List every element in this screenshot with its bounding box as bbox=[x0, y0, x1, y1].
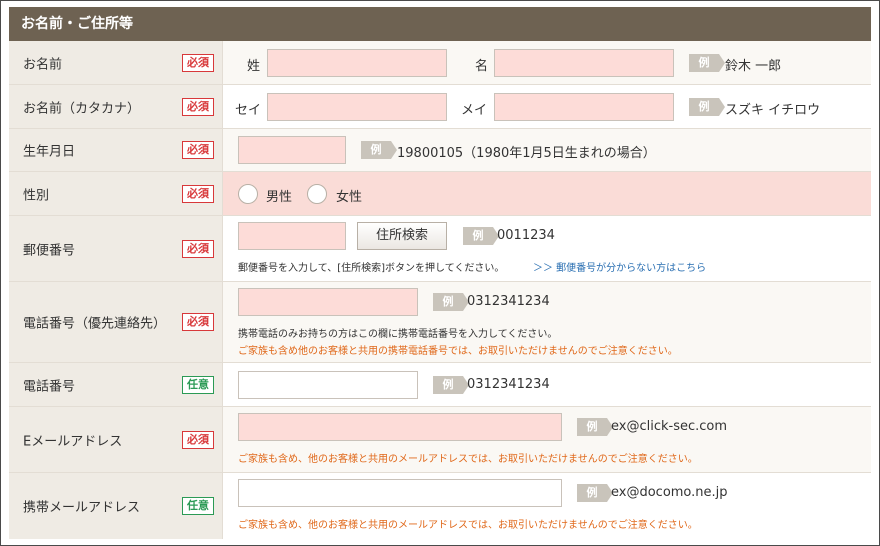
phone-primary-example: 0312341234 bbox=[467, 294, 550, 309]
email-label: Eメールアドレス bbox=[23, 434, 123, 449]
row-name: お名前 必須 姓 名 例 鈴木 一郎 bbox=[9, 41, 871, 85]
required-badge: 必須 bbox=[182, 184, 214, 203]
female-label[interactable]: 女性 bbox=[336, 186, 362, 205]
example-badge: 例 bbox=[577, 484, 613, 502]
mobile-email-label: 携帯メールアドレス bbox=[23, 500, 141, 516]
phone-primary-label: 電話番号（優先連絡先） bbox=[23, 316, 167, 332]
last-name-input[interactable] bbox=[267, 49, 447, 77]
row-label: 電話番号（優先連絡先） 必須 bbox=[9, 282, 223, 362]
required-badge: 必須 bbox=[182, 239, 214, 258]
female-radio[interactable] bbox=[307, 184, 327, 204]
form-table: お名前 必須 姓 名 例 鈴木 一郎 お名前（カタカナ） 必須 セイ メイ 例 … bbox=[9, 41, 871, 539]
row-label: お名前（カタカナ） 必須 bbox=[9, 85, 223, 128]
section-title: お名前・ご住所等 bbox=[9, 7, 871, 41]
example-badge: 例 bbox=[577, 418, 613, 436]
email-example: ex@click-sec.com bbox=[611, 419, 728, 434]
row-label: 生年月日 必須 bbox=[9, 129, 223, 171]
row-label: 郵便番号 必須 bbox=[9, 216, 223, 281]
required-badge: 必須 bbox=[182, 430, 214, 449]
row-birthday: 生年月日 必須 例 19800105（1980年1月5日生まれの場合） bbox=[9, 129, 871, 172]
birthday-example: 19800105（1980年1月5日生まれの場合） bbox=[397, 146, 656, 161]
row-content: 住所検索 例 0011234 郵便番号を入力して、[住所検索]ボタンを押してくだ… bbox=[223, 216, 871, 281]
row-email: Eメールアドレス 必須 例 ex@click-sec.com ご家族も含め、他の… bbox=[9, 407, 871, 473]
required-badge: 必須 bbox=[182, 53, 214, 72]
row-gender: 性別 必須 男性 女性 bbox=[9, 172, 871, 216]
row-content: 例 0312341234 携帯電話のみお持ちの方はこの欄に携帯電話番号を入力して… bbox=[223, 282, 871, 362]
postal-note: 郵便番号を入力して、[住所検索]ボタンを押してください。 bbox=[238, 263, 505, 274]
phone-primary-input[interactable] bbox=[238, 288, 418, 316]
postal-input[interactable] bbox=[238, 222, 346, 250]
example-badge: 例 bbox=[689, 54, 725, 72]
row-label: お名前 必須 bbox=[9, 41, 223, 84]
row-label: 携帯メールアドレス 任意 bbox=[9, 473, 223, 539]
first-name-label: 名 bbox=[475, 59, 489, 74]
example-badge: 例 bbox=[463, 227, 499, 245]
row-label: Eメールアドレス 必須 bbox=[9, 407, 223, 472]
required-badge: 必須 bbox=[182, 313, 214, 331]
male-label[interactable]: 男性 bbox=[266, 186, 292, 205]
postal-label: 郵便番号 bbox=[23, 243, 76, 258]
postal-example: 0011234 bbox=[497, 228, 555, 243]
first-kana-input[interactable] bbox=[494, 93, 674, 121]
row-phone-primary: 電話番号（優先連絡先） 必須 例 0312341234 携帯電話のみお持ちの方は… bbox=[9, 282, 871, 363]
email-input[interactable] bbox=[238, 413, 562, 441]
mobile-email-warning: ご家族も含め、他のお客様と共用のメールアドレスでは、お取引いただけませんのでご注… bbox=[238, 520, 698, 531]
phone-input[interactable] bbox=[238, 371, 418, 399]
row-label: 性別 必須 bbox=[9, 172, 223, 215]
kana-label: お名前（カタカナ） bbox=[23, 101, 141, 116]
row-mobile-email: 携帯メールアドレス 任意 例 ex@docomo.ne.jp ご家族も含め、他の… bbox=[9, 473, 871, 539]
optional-badge: 任意 bbox=[182, 375, 214, 394]
row-kana: お名前（カタカナ） 必須 セイ メイ 例 スズキ イチロウ bbox=[9, 85, 871, 129]
last-kana-input[interactable] bbox=[267, 93, 447, 121]
phone-primary-warning: ご家族も含め他のお客様と共用の携帯電話番号では、お取引いただけませんのでご注意く… bbox=[238, 346, 678, 357]
example-badge: 例 bbox=[433, 376, 469, 394]
row-content: 例 ex@docomo.ne.jp ご家族も含め、他のお客様と共用のメールアドレ… bbox=[223, 473, 871, 539]
row-content: 例 19800105（1980年1月5日生まれの場合） bbox=[223, 129, 871, 171]
row-postal: 郵便番号 必須 住所検索 例 0011234 郵便番号を入力して、[住所検索]ボ… bbox=[9, 216, 871, 282]
mobile-email-input[interactable] bbox=[238, 479, 562, 507]
row-phone: 電話番号 任意 例 0312341234 bbox=[9, 363, 871, 407]
last-name-label: 姓 bbox=[247, 59, 261, 74]
optional-badge: 任意 bbox=[182, 497, 214, 515]
required-badge: 必須 bbox=[182, 141, 214, 159]
email-warning: ご家族も含め、他のお客様と共用のメールアドレスでは、お取引いただけませんのでご注… bbox=[238, 454, 698, 465]
postal-lookup-link[interactable]: ＞＞ 郵便番号が分からない方はこちら bbox=[533, 259, 706, 274]
row-content: セイ メイ 例 スズキ イチロウ bbox=[223, 85, 871, 128]
row-content: 男性 女性 bbox=[223, 172, 871, 215]
row-content: 例 ex@click-sec.com ご家族も含め、他のお客様と共用のメールアド… bbox=[223, 407, 871, 472]
row-content: 例 0312341234 bbox=[223, 363, 871, 406]
row-content: 姓 名 例 鈴木 一郎 bbox=[223, 41, 871, 84]
gender-label: 性別 bbox=[23, 188, 50, 203]
example-badge: 例 bbox=[361, 141, 397, 159]
example-badge: 例 bbox=[433, 293, 469, 311]
birthday-label: 生年月日 bbox=[23, 144, 76, 160]
kana-example: スズキ イチロウ bbox=[725, 103, 821, 118]
name-label: お名前 bbox=[23, 57, 63, 72]
last-kana-label: セイ bbox=[235, 103, 262, 118]
phone-example: 0312341234 bbox=[467, 377, 550, 392]
address-search-button[interactable]: 住所検索 bbox=[357, 222, 447, 250]
male-radio[interactable] bbox=[238, 184, 258, 204]
phone-primary-note: 携帯電話のみお持ちの方はこの欄に携帯電話番号を入力してください。 bbox=[238, 329, 558, 340]
row-label: 電話番号 任意 bbox=[9, 363, 223, 406]
phone-label: 電話番号 bbox=[23, 379, 76, 394]
mobile-email-example: ex@docomo.ne.jp bbox=[611, 485, 728, 500]
required-badge: 必須 bbox=[182, 97, 214, 116]
name-example: 鈴木 一郎 bbox=[725, 59, 782, 74]
first-name-input[interactable] bbox=[494, 49, 674, 77]
example-badge: 例 bbox=[689, 98, 725, 116]
form-frame: お名前・ご住所等 お名前 必須 姓 名 例 鈴木 一郎 お名前（カタカナ） 必須 bbox=[0, 0, 880, 546]
first-kana-label: メイ bbox=[461, 103, 488, 118]
birthday-input[interactable] bbox=[238, 136, 346, 164]
